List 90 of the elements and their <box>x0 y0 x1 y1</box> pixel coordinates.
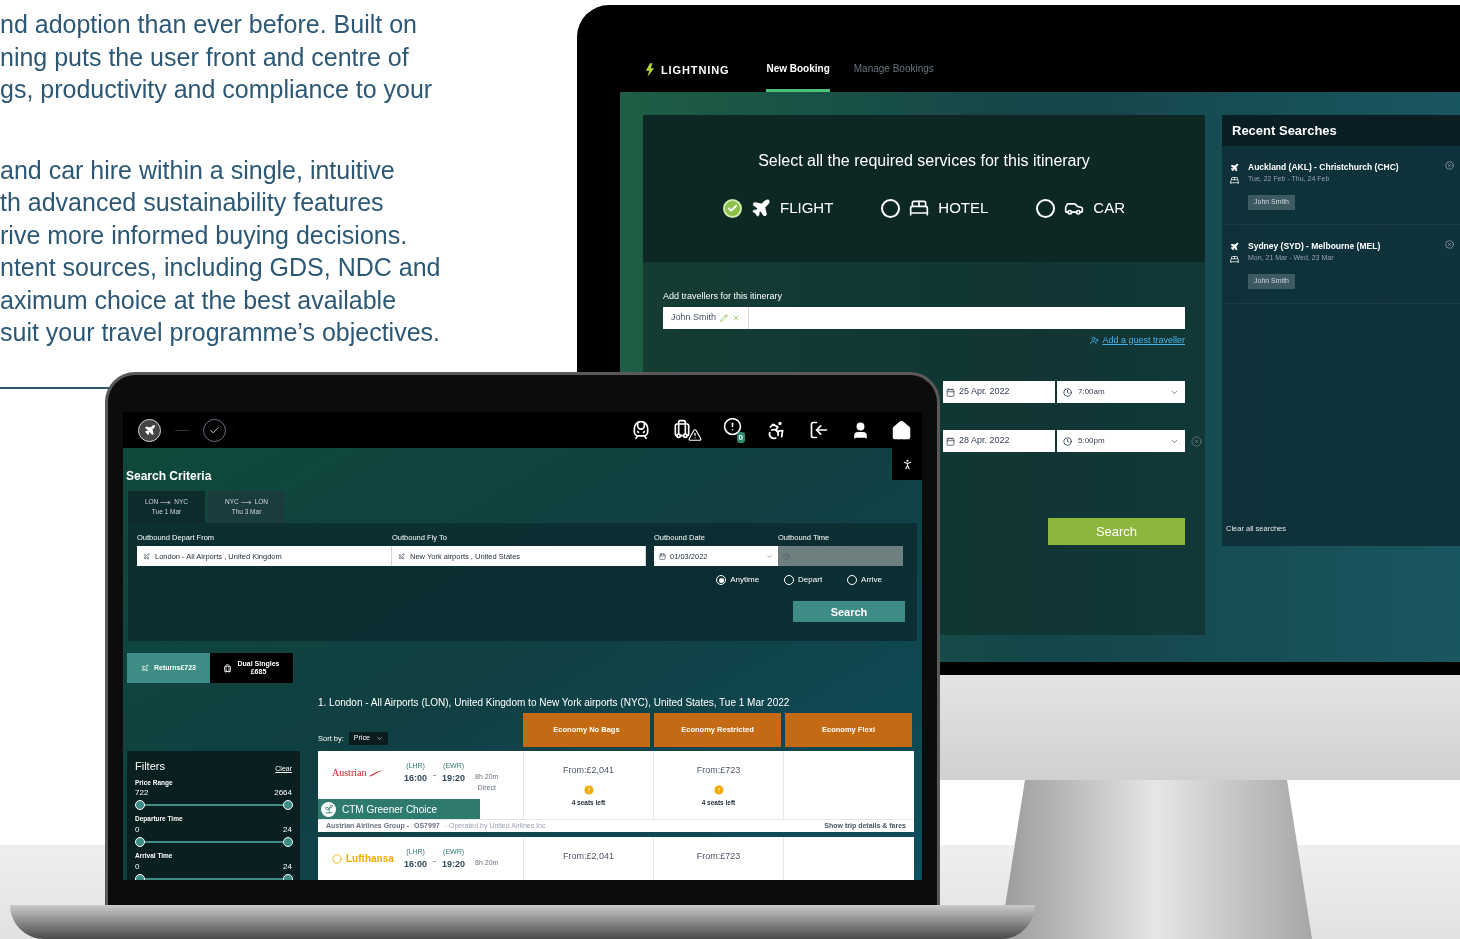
time-dropdown[interactable]: 5:00pm <box>1057 430 1185 452</box>
fare-price[interactable]: From:£2,041 <box>563 764 614 778</box>
body-paragraph: and car hire within a single, intuitive th advanced sustainability features rive more informed buying decisions. ntent sources, including GDS, NDC and aximum choice at the best available suit your travel programme’s objectives. <box>0 154 441 348</box>
plane-icon <box>143 424 156 436</box>
caret-icon <box>766 552 773 560</box>
caret-icon <box>375 735 383 742</box>
radio-label: Arrive <box>861 574 882 587</box>
service-label: CAR <box>1093 198 1125 218</box>
fare-price[interactable]: From:£723 <box>696 850 741 864</box>
range-min: 0 <box>135 824 140 836</box>
section-title: Search Criteria <box>126 468 213 485</box>
plane-icon <box>143 552 150 560</box>
swoosh-icon <box>368 768 385 777</box>
time-dropdown[interactable]: 7:00am <box>1057 381 1185 403</box>
remove-icon[interactable] <box>1445 161 1454 170</box>
clock-icon <box>1063 436 1072 446</box>
traveller-name: John Smith <box>671 310 717 324</box>
alerts-icon[interactable]: 0 <box>723 417 745 443</box>
clock-icon <box>783 552 790 560</box>
guest-traveller-link[interactable]: Add a guest traveller <box>1090 333 1185 347</box>
field-label: Add travellers for this itinerary <box>663 290 784 303</box>
step-flight-icon[interactable] <box>138 418 161 442</box>
radio-label: Anytime <box>730 574 760 587</box>
side-tab[interactable] <box>892 448 922 480</box>
home-icon[interactable] <box>891 419 912 441</box>
search-button[interactable]: Search <box>793 601 905 623</box>
luggage-icon <box>223 663 233 673</box>
nav-tab[interactable]: New Booking <box>766 48 830 92</box>
search-route[interactable]: Auckland (AKL) - Christchurch (CHC) <box>1248 161 1445 174</box>
panel-title: Recent Searches <box>1232 121 1337 140</box>
airline-logo: Lufthansa <box>346 852 394 866</box>
search-route[interactable]: Sydney (SYD) - Melbourne (MEL) <box>1248 239 1445 253</box>
alert-icon <box>582 783 595 796</box>
user-plus-icon <box>1090 335 1100 345</box>
plane-icon <box>398 552 405 560</box>
remove-icon[interactable] <box>1190 435 1202 447</box>
range-max: 24 <box>283 824 292 836</box>
range-slider[interactable] <box>135 836 295 848</box>
body-paragraph: nd adoption than ever before. Built on ning puts the user front and centre of gs, productivity and compliance to your <box>0 9 433 105</box>
service-label: FLIGHT <box>780 198 834 218</box>
alerts-count: 0 <box>736 432 745 443</box>
date-field[interactable]: 25 Apr. 2022 <box>943 381 1055 403</box>
range-max: 24 <box>283 860 292 873</box>
calendar-icon <box>659 552 666 560</box>
warning-icon <box>688 428 702 442</box>
plane-icon <box>1230 241 1239 251</box>
filters-title: Filters <box>135 759 165 774</box>
service-label: HOTEL <box>938 198 989 218</box>
nav-tab[interactable]: Manage Bookings <box>853 48 934 92</box>
range-max: 2664 <box>274 787 292 800</box>
results-heading: 1. London - All Airports (LON), United Kingdom to New York airports (NYC), United States, Tue 1 Mar 2022 <box>318 696 791 710</box>
clock-icon <box>1063 387 1072 397</box>
leaf-icon <box>323 804 334 814</box>
date-field[interactable]: 28 Apr. 2022 <box>943 430 1055 452</box>
greener-choice-badge: CTM Greener Choice <box>318 799 480 819</box>
brand-name: LIGHTNING <box>661 62 730 78</box>
crane-logo-icon <box>332 853 342 864</box>
fare-price[interactable]: From:£2,041 <box>563 850 614 864</box>
services-title: Select all the required services for this itinerary <box>758 151 1090 171</box>
radio-label: Depart <box>798 574 823 587</box>
alert-icon <box>712 783 725 796</box>
arrow-icon <box>160 499 173 505</box>
range-min: 0 <box>135 860 140 873</box>
sign-out-icon[interactable] <box>808 420 830 440</box>
service-checkbox[interactable] <box>723 198 742 218</box>
plane-icon <box>751 198 771 219</box>
departure-time: 16:00 <box>404 857 428 871</box>
check-icon <box>209 424 220 436</box>
airline-logo: Austrian <box>332 766 367 780</box>
luggage-warning-icon[interactable] <box>672 418 702 442</box>
bed-icon <box>1230 176 1239 185</box>
arrival-time: 19:20 <box>442 857 466 871</box>
calendar-icon <box>946 436 955 446</box>
range-slider[interactable] <box>135 799 295 812</box>
arrow-icon <box>240 499 253 505</box>
user-icon[interactable] <box>851 420 870 440</box>
train-icon[interactable] <box>631 420 651 440</box>
fare-price[interactable]: From:£723 <box>696 764 741 778</box>
departure-time: 16:00 <box>404 771 428 785</box>
arrival-time: 19:20 <box>442 771 466 785</box>
plane-icon <box>141 664 149 672</box>
calendar-icon <box>946 387 955 397</box>
luggage-icon <box>672 418 692 440</box>
plane-icon <box>1230 163 1239 172</box>
check-icon <box>727 202 738 214</box>
lightning-logo-icon <box>645 63 655 77</box>
range-min: 722 <box>135 787 149 800</box>
remove-icon[interactable] <box>1445 239 1454 249</box>
alert-icon <box>723 417 742 436</box>
bed-icon <box>1230 254 1239 264</box>
